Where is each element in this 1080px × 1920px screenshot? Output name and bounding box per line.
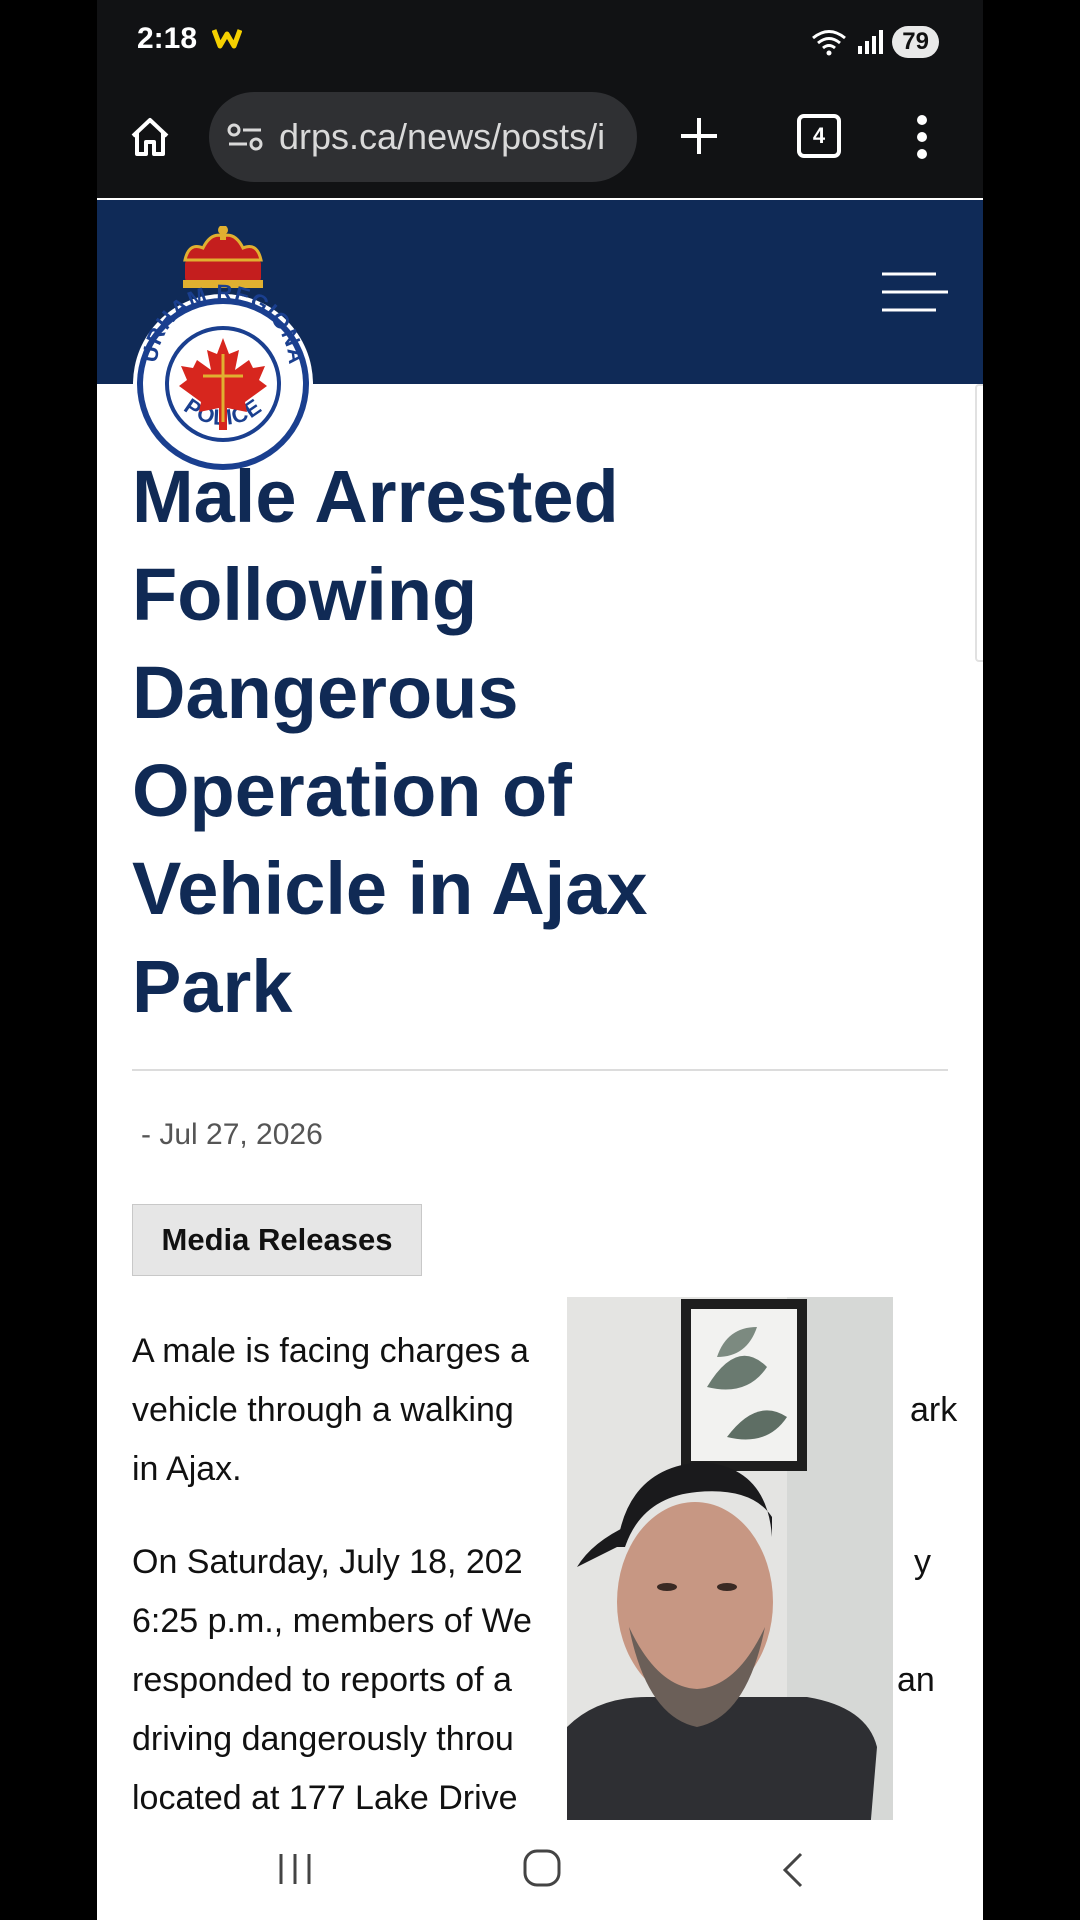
status-time: 2:18 (137, 22, 198, 55)
wall-frame-icon (681, 1299, 807, 1471)
home-icon[interactable] (127, 114, 173, 160)
video-overlay[interactable] (567, 1297, 893, 1867)
system-nav-bar (97, 1820, 983, 1920)
crown-icon (183, 226, 263, 288)
url-text[interactable]: drps.ca/news/posts/i (279, 116, 605, 158)
new-tab-icon[interactable] (677, 114, 721, 158)
tabs-icon[interactable]: 4 (797, 114, 841, 158)
scrollbar[interactable] (975, 384, 983, 662)
status-bar: 2:18 79 (97, 0, 983, 84)
article-date: - Jul 27, 2026 (141, 1118, 323, 1151)
status-icons: 79 (810, 22, 939, 62)
site-settings-icon[interactable] (225, 121, 265, 153)
home-circle-icon[interactable] (522, 1848, 562, 1888)
recents-icon[interactable] (275, 1850, 315, 1888)
w-app-icon (212, 29, 242, 49)
article-title: Male Arrested Following Dangerous Operat… (132, 455, 648, 1028)
drps-logo[interactable]: DURHAM REGIONAL POLICE (127, 226, 319, 476)
browser-toolbar: drps.ca/news/posts/i 4 (97, 84, 983, 198)
more-vert-icon[interactable] (915, 114, 929, 160)
signal-icon (858, 30, 884, 54)
divider (132, 1069, 948, 1071)
phone-screen: 2:18 79 drps.ca/news/posts/i 4 URHAM REG… (97, 0, 983, 1920)
category-button[interactable]: Media Releases (132, 1204, 422, 1276)
battery-icon: 79 (892, 26, 939, 58)
address-bar[interactable]: drps.ca/news/posts/i (209, 92, 637, 182)
back-icon[interactable] (779, 1850, 805, 1890)
wifi-icon (812, 30, 847, 56)
hamburger-menu-icon[interactable] (880, 270, 950, 316)
